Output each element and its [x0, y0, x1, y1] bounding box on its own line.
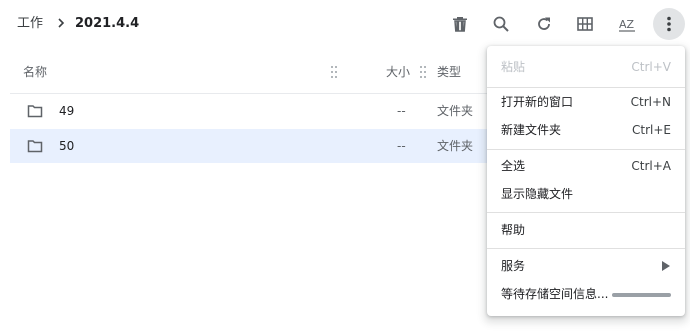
storage-loading-bar [612, 293, 671, 297]
more-options-button[interactable] [653, 8, 685, 40]
folder-icon [27, 105, 43, 118]
search-icon [493, 16, 509, 32]
delete-button[interactable] [444, 8, 476, 40]
menu-item-label: 打开新的窗口 [501, 95, 574, 109]
list-header: 名称 大小 类型 [10, 48, 490, 94]
more-vert-icon [667, 16, 671, 32]
file-size: -- [397, 139, 406, 153]
menu-item-new-folder[interactable]: 新建文件夹 Ctrl+E [487, 116, 685, 144]
header-bar: 工作 2021.4.4 AZ [0, 0, 690, 48]
menu-item-label: 全选 [501, 159, 526, 173]
file-row[interactable]: 49 -- 文件夹 [10, 94, 490, 128]
menu-item-label: 帮助 [501, 223, 526, 237]
menu-item-help[interactable]: 帮助 [487, 216, 685, 244]
column-header-type[interactable]: 类型 [437, 65, 461, 79]
chevron-right-icon [58, 18, 65, 28]
grid-view-button[interactable] [569, 8, 601, 40]
menu-divider [487, 212, 685, 213]
column-resize-handle[interactable] [331, 66, 337, 78]
sort-button[interactable]: AZ [611, 8, 643, 40]
menu-item-services[interactable]: 服务 [487, 252, 685, 280]
menu-divider [487, 149, 685, 150]
column-header-size[interactable]: 大小 [386, 65, 410, 79]
breadcrumb-root[interactable]: 工作 [17, 15, 43, 33]
refresh-icon [538, 17, 550, 30]
menu-item-shortcut: Ctrl+V [631, 60, 671, 74]
search-button[interactable] [485, 8, 517, 40]
sort-az-glyph: AZ [619, 18, 635, 31]
menu-item-shortcut: Ctrl+E [632, 123, 671, 137]
menu-item-shortcut: Ctrl+N [630, 95, 671, 109]
file-name: 50 [59, 139, 75, 153]
column-resize-handle[interactable] [420, 66, 426, 78]
breadcrumb-current: 2021.4.4 [75, 16, 140, 31]
menu-item-label: 显示隐藏文件 [501, 187, 574, 201]
file-size: -- [397, 104, 406, 118]
menu-item-label: 服务 [501, 259, 526, 273]
submenu-arrow-icon [662, 261, 670, 271]
menu-item-label: 粘贴 [501, 60, 526, 74]
menu-item-select-all[interactable]: 全选 Ctrl+A [487, 152, 685, 180]
more-options-menu: 粘贴 Ctrl+V 打开新的窗口 Ctrl+N 新建文件夹 Ctrl+E 全选 … [487, 46, 685, 316]
menu-item-shortcut: Ctrl+A [631, 159, 671, 173]
grid-view-icon [577, 17, 593, 31]
file-type: 文件夹 [437, 104, 474, 118]
menu-item-paste: 粘贴 Ctrl+V [487, 53, 685, 81]
menu-item-new-window[interactable]: 打开新的窗口 Ctrl+N [487, 88, 685, 116]
menu-item-label: 等待存储空间信息... [501, 287, 609, 301]
folder-icon [27, 140, 43, 153]
menu-item-storage-info: 等待存储空间信息... [487, 280, 685, 308]
file-type: 文件夹 [437, 139, 474, 153]
column-header-name[interactable]: 名称 [23, 65, 47, 79]
sort-az-icon: AZ [619, 18, 635, 32]
file-row[interactable]: 50 -- 文件夹 [10, 129, 490, 163]
file-name: 49 [59, 104, 75, 118]
delete-icon [453, 17, 467, 32]
menu-item-show-hidden[interactable]: 显示隐藏文件 [487, 180, 685, 208]
refresh-button[interactable] [528, 8, 560, 40]
menu-item-label: 新建文件夹 [501, 123, 562, 137]
menu-divider [487, 248, 685, 249]
